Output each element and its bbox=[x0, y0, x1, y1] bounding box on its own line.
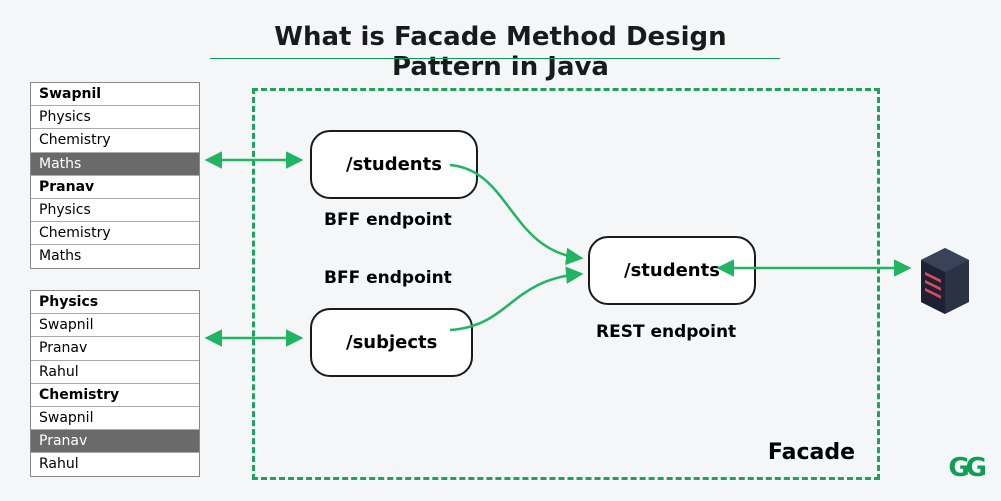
table-row: Rahul bbox=[31, 361, 199, 384]
table-row: Pranav bbox=[31, 430, 199, 453]
table-row: Physics bbox=[31, 291, 199, 314]
bff-endpoint-label-1: BFF endpoint bbox=[324, 210, 452, 230]
table-row: Rahul bbox=[31, 453, 199, 475]
table-row: Swapnil bbox=[31, 407, 199, 430]
facade-label: Facade bbox=[768, 440, 855, 465]
rest-students-endpoint: /students bbox=[588, 236, 756, 305]
table-row: Chemistry bbox=[31, 129, 199, 152]
table-row: Chemistry bbox=[31, 222, 199, 245]
diagram-title: What is Facade Method Design Pattern in … bbox=[250, 22, 751, 82]
table-row: Chemistry bbox=[31, 384, 199, 407]
table-row: Physics bbox=[31, 106, 199, 129]
subjects-table: PhysicsSwapnilPranavRahulChemistrySwapni… bbox=[30, 290, 200, 477]
bff-subjects-endpoint: /subjects bbox=[310, 308, 473, 377]
rest-endpoint-label: REST endpoint bbox=[596, 322, 736, 342]
geeksforgeeks-logo: GG bbox=[948, 453, 983, 483]
table-row: Pranav bbox=[31, 176, 199, 199]
table-row: Maths bbox=[31, 153, 199, 176]
table-row: Maths bbox=[31, 245, 199, 267]
students-table: SwapnilPhysicsChemistryMathsPranavPhysic… bbox=[30, 82, 200, 269]
bff-students-endpoint: /students bbox=[310, 130, 478, 199]
bff-endpoint-label-2: BFF endpoint bbox=[324, 268, 452, 288]
server-icon bbox=[917, 246, 973, 316]
table-row: Swapnil bbox=[31, 83, 199, 106]
table-row: Pranav bbox=[31, 337, 199, 360]
title-underline bbox=[210, 58, 780, 59]
table-row: Swapnil bbox=[31, 314, 199, 337]
table-row: Physics bbox=[31, 199, 199, 222]
